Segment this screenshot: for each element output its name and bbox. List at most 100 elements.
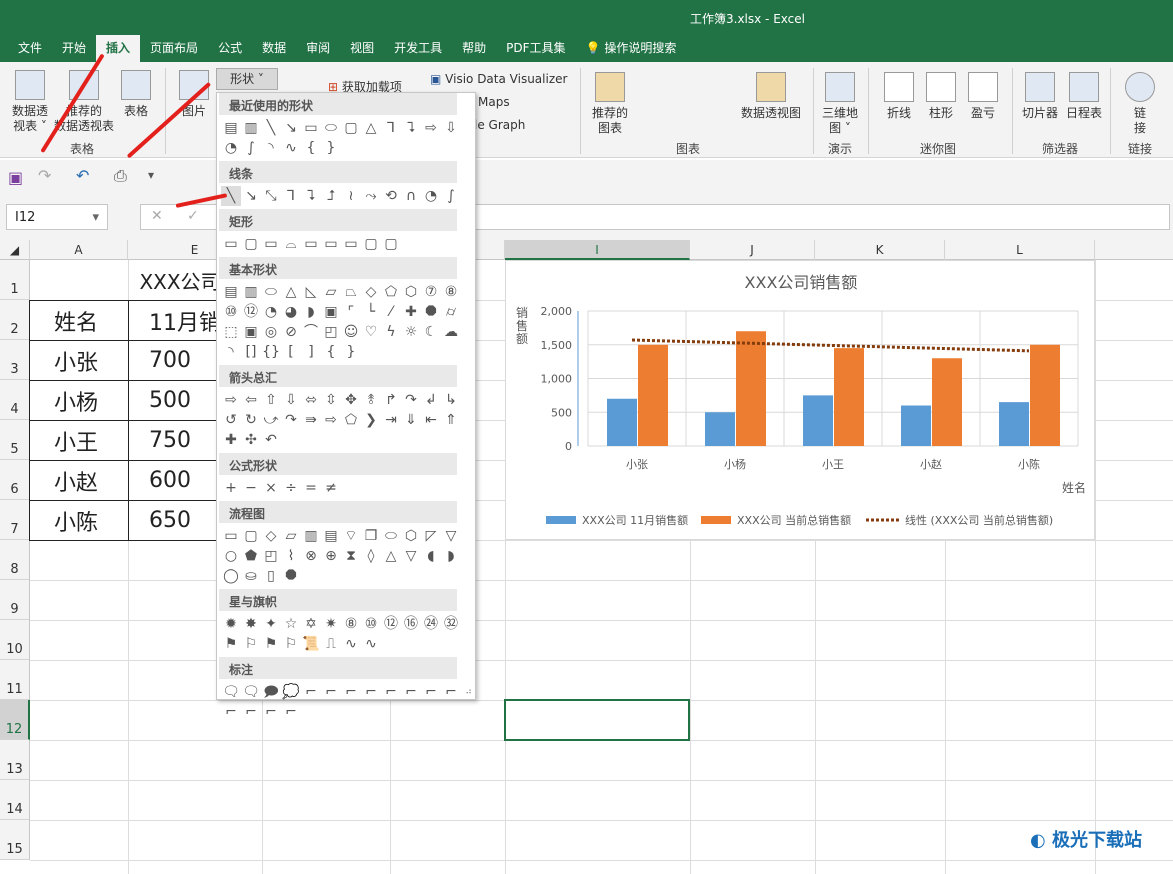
shape-icon[interactable]: ⇧ xyxy=(261,390,281,410)
shape-icon[interactable]: ♡ xyxy=(361,322,381,342)
row-header[interactable]: 13 xyxy=(0,740,30,780)
shape-icon[interactable]: = xyxy=(301,478,321,498)
shape-icon[interactable]: ⇑ xyxy=(441,410,461,430)
shape-icon[interactable]: ≠ xyxy=(321,478,341,498)
shape-icon[interactable]: ∫ xyxy=(441,186,461,206)
shape-icon[interactable]: ◰ xyxy=(261,546,281,566)
shape-icon[interactable]: ↺ xyxy=(221,410,241,430)
shape-icon[interactable]: { xyxy=(301,138,321,158)
shape-icon[interactable]: ⚐ xyxy=(281,634,301,654)
tell-me-search[interactable]: 💡 操作说明搜索 xyxy=(576,35,687,62)
shape-icon[interactable]: ▱ xyxy=(281,526,301,546)
shape-icon[interactable]: ⌐ xyxy=(341,682,361,702)
shape-icon[interactable]: ⊗ xyxy=(301,546,321,566)
cancel-icon[interactable]: ✕ xyxy=(151,208,163,224)
slicer-button[interactable]: 切片器 xyxy=(1020,72,1060,121)
shape-icon[interactable]: ⇨ xyxy=(221,390,241,410)
redo-icon[interactable]: ↷ xyxy=(38,166,51,185)
shape-icon[interactable]: ] xyxy=(301,342,321,362)
resize-grip-icon[interactable]: ⠴ xyxy=(465,687,472,697)
shape-icon[interactable]: ▣ xyxy=(321,302,341,322)
bar-1-3[interactable] xyxy=(932,358,962,446)
shape-icon[interactable]: ⌐ xyxy=(261,702,281,722)
shape-icon[interactable]: {} xyxy=(261,342,281,362)
shape-icon[interactable]: ☾ xyxy=(421,322,441,342)
shape-icon[interactable]: ⯃ xyxy=(421,302,441,322)
shape-icon[interactable]: ⌐ xyxy=(221,702,241,722)
column-header[interactable]: L xyxy=(945,240,1095,260)
shape-icon[interactable]: ◸ xyxy=(421,526,441,546)
shape-icon[interactable]: ↳ xyxy=(441,390,461,410)
shape-icon[interactable]: ⬠ xyxy=(381,282,401,302)
shape-icon[interactable]: ☁ xyxy=(441,322,461,342)
row-header[interactable]: 9 xyxy=(0,580,30,620)
shape-icon[interactable]: ⑩ xyxy=(361,614,381,634)
column-header[interactable]: I xyxy=(505,240,690,260)
shape-icon[interactable]: ▥ xyxy=(241,118,261,138)
shape-icon[interactable]: ⇩ xyxy=(441,118,461,138)
shape-icon[interactable]: ⑯ xyxy=(401,614,421,634)
bar-0-4[interactable] xyxy=(999,402,1029,446)
shape-icon[interactable]: ◇ xyxy=(261,526,281,546)
row-header[interactable]: 4 xyxy=(0,380,30,420)
shape-icon[interactable]: [ xyxy=(281,342,301,362)
shape-icon[interactable]: ⇤ xyxy=(421,410,441,430)
row-header[interactable]: 1 xyxy=(0,260,30,300)
row-header[interactable]: 3 xyxy=(0,340,30,380)
shape-icon[interactable]: 📜 xyxy=(301,634,321,654)
shape-icon[interactable]: 🗨 xyxy=(221,682,241,702)
shape-icon[interactable]: ⌐ xyxy=(441,682,461,702)
shape-icon[interactable]: ⥉ xyxy=(361,390,381,410)
bar-1-4[interactable] xyxy=(1030,344,1060,446)
row-header[interactable]: 15 xyxy=(0,820,30,860)
shape-icon[interactable]: ⑫ xyxy=(241,302,261,322)
shape-icon[interactable]: ◔ xyxy=(421,186,441,206)
save-icon[interactable]: ▣ xyxy=(8,168,23,187)
shape-icon[interactable]: ✣ xyxy=(241,430,261,450)
name-box[interactable]: I12 ▾ xyxy=(6,204,108,230)
shape-icon[interactable]: ⇥ xyxy=(381,410,401,430)
shape-icon[interactable]: ◔ xyxy=(221,138,241,158)
shape-icon[interactable]: ⎍ xyxy=(321,634,341,654)
bar-0-2[interactable] xyxy=(803,395,833,446)
row-header[interactable]: 7 xyxy=(0,500,30,540)
customize-qat-icon[interactable]: ▾ xyxy=(148,168,154,182)
shape-icon[interactable]: ⇩ xyxy=(281,390,301,410)
shape-icon[interactable]: ◔ xyxy=(261,302,281,322)
shape-icon[interactable]: ∿ xyxy=(341,634,361,654)
shape-icon[interactable]: ▭ xyxy=(261,234,281,254)
shape-icon[interactable]: ▽ xyxy=(401,546,421,566)
shape-icon[interactable]: ▭ xyxy=(301,118,321,138)
shape-icon[interactable]: ○ xyxy=(221,546,241,566)
shape-icon[interactable]: ⇓ xyxy=(401,410,421,430)
shape-icon[interactable]: ✦ xyxy=(261,614,281,634)
shape-icon[interactable]: ⟲ xyxy=(381,186,401,206)
shape-icon[interactable]: ⬭ xyxy=(381,526,401,546)
shape-icon[interactable]: ◗ xyxy=(441,546,461,566)
bar-1-1[interactable] xyxy=(736,331,766,446)
shape-icon[interactable]: ↷ xyxy=(281,410,301,430)
shape-icon[interactable]: ⌐ xyxy=(241,702,261,722)
shape-icon[interactable]: ⏢ xyxy=(341,282,361,302)
tab-7[interactable]: 视图 xyxy=(340,35,384,62)
shape-icon[interactable]: × xyxy=(261,478,281,498)
shape-icon[interactable]: ◖ xyxy=(421,546,441,566)
shape-icon[interactable]: ▯ xyxy=(261,566,281,586)
timeline-button[interactable]: 日程表 xyxy=(1064,72,1104,121)
shape-icon[interactable]: ⬚ xyxy=(221,322,241,342)
pivot-table-button[interactable]: 数据透 视表 ˅ xyxy=(8,70,52,134)
shape-icon[interactable]: ⬠ xyxy=(341,410,361,430)
shape-icon[interactable]: ◗ xyxy=(301,302,321,322)
bar-1-2[interactable] xyxy=(834,348,864,446)
shape-icon[interactable]: ▢ xyxy=(381,234,401,254)
shape-icon[interactable]: ◝ xyxy=(221,342,241,362)
shape-icon[interactable]: ㉔ xyxy=(421,614,441,634)
shape-icon[interactable]: − xyxy=(241,478,261,498)
shape-icon[interactable]: ⌐ xyxy=(361,682,381,702)
shape-icon[interactable]: } xyxy=(341,342,361,362)
column-header[interactable]: J xyxy=(690,240,815,260)
tab-9[interactable]: 帮助 xyxy=(452,35,496,62)
shape-icon[interactable]: ⤻ xyxy=(261,410,281,430)
shape-icon[interactable]: ⌐ xyxy=(281,702,301,722)
shape-icon[interactable]: ⌒ xyxy=(301,322,321,342)
